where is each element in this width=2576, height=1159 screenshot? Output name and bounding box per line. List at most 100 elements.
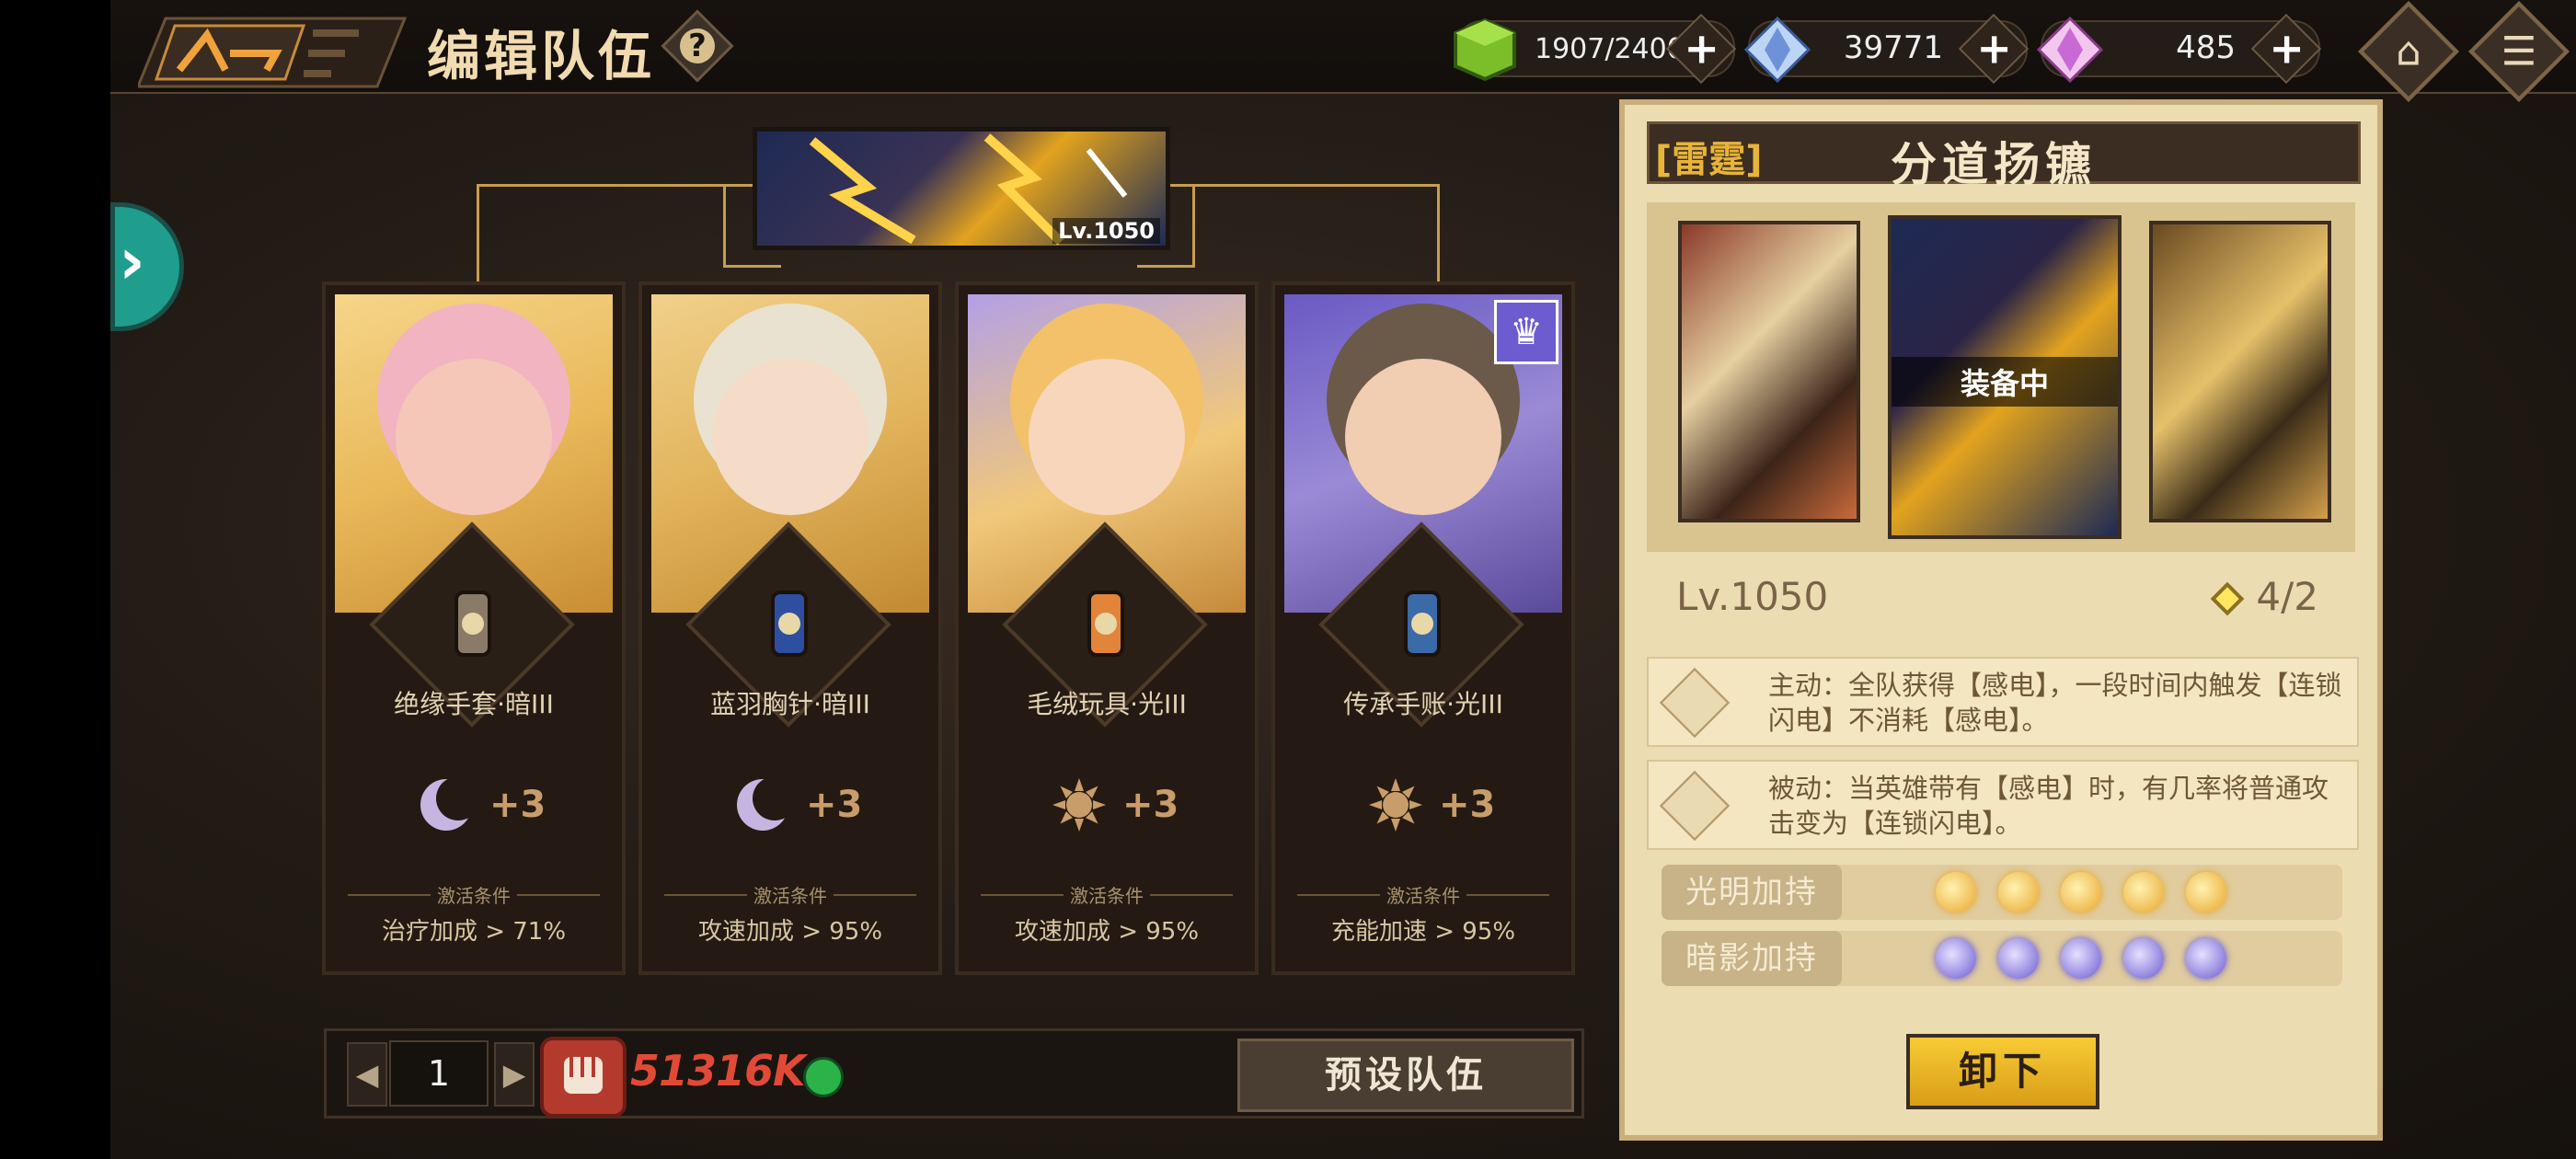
artifact-level: Lv.1050 <box>1676 574 1829 619</box>
hero-card[interactable]: 蓝羽胸针·暗III +3 激活条件 攻速加成 > 95% <box>638 281 942 975</box>
artifact-count: 4/2 <box>2256 574 2318 619</box>
dark-orb-icon <box>2061 938 2101 979</box>
hero-card[interactable]: 绝缘手套·暗III +3 激活条件 治疗加成 > 71% <box>322 281 626 975</box>
divider <box>1466 894 1549 896</box>
element-bonus: +3 <box>959 763 1255 846</box>
equipment-icon <box>771 591 808 657</box>
game-screen: 编辑队伍 ? 1907/2400 + 39771 + 485 + ⌂ ☰ › L… <box>110 0 2576 1159</box>
stamina-value: 1907/2400 <box>1535 33 1685 65</box>
equipped-artifact-banner[interactable]: Lv.1050 <box>753 127 1170 250</box>
star-diamond-icon <box>2210 581 2245 616</box>
connector-line <box>1161 184 1440 288</box>
equipment-name: 绝缘手套·暗III <box>394 689 554 719</box>
chevron-right-icon: ▶ <box>502 1057 526 1092</box>
menu-button[interactable]: ☰ <box>2468 1 2570 102</box>
element-bonus: +3 <box>326 763 622 846</box>
divider <box>1150 894 1233 896</box>
artifact-thumb-next[interactable] <box>2149 221 2331 522</box>
bonus-value: +3 <box>806 784 863 826</box>
element-bonus: +3 <box>1275 763 1571 846</box>
artifact-title-bar: [雷霆] 分道扬镳 <box>1647 121 2361 191</box>
help-icon: ? <box>680 28 715 64</box>
bottom-bar: ◀ 1 ▶ 51316K 预设队伍 <box>324 1028 1584 1119</box>
blue-crystal-counter: 39771 + <box>1743 13 2030 85</box>
active-skill-icon <box>1659 667 1731 739</box>
dark-bonus-row: 暗影加持 <box>1662 931 2342 986</box>
add-stamina-button[interactable]: + <box>1665 13 1737 85</box>
hero-card[interactable]: 毛绒玩具·光III +3 激活条件 攻速加成 > 95% <box>955 281 1259 975</box>
activation-condition: 攻速加成 > 95% <box>697 918 883 946</box>
chevron-right-icon: › <box>119 224 145 299</box>
plus-icon: + <box>1976 23 2012 74</box>
dark-orb-icon <box>1998 938 2039 979</box>
page-title: 编辑队伍 <box>427 25 656 87</box>
divider <box>834 894 916 896</box>
blue-crystal-value: 39771 <box>1843 29 1943 66</box>
hero-face <box>1029 359 1185 515</box>
activation-condition: 攻速加成 > 95% <box>1014 918 1200 946</box>
add-blue-crystal-button[interactable]: + <box>1958 13 2030 85</box>
bonus-value: +3 <box>489 784 546 826</box>
hero-face <box>712 359 868 515</box>
pink-crystal-value: 485 <box>2176 29 2236 66</box>
preset-team-button[interactable]: 预设队伍 <box>1237 1039 1574 1112</box>
sun-icon <box>1047 773 1111 841</box>
hero-card[interactable]: ♛ 传承手账·光III +3 激活条件 充能加速 > 95% <box>1271 281 1575 975</box>
equipment-name: 毛绒玩具·光III <box>1027 689 1187 719</box>
equipment-icon <box>454 591 491 657</box>
home-icon: ⌂ <box>2396 28 2421 75</box>
hero-face <box>396 359 552 515</box>
crown-badge-icon: ♛ <box>1494 300 1558 364</box>
bonus-value: +3 <box>1439 784 1496 826</box>
add-pink-crystal-button[interactable]: + <box>2250 13 2322 85</box>
equipment-icon <box>1087 591 1124 657</box>
next-page-button[interactable]: ▶ <box>494 1042 535 1107</box>
passive-skill: 被动：当英雄带有【感电】时，有几率将普通攻击变为【连锁闪电】。 <box>1647 760 2359 850</box>
artifact-name: 分道扬镳 <box>1891 138 2097 191</box>
prev-page-button[interactable]: ◀ <box>347 1042 387 1107</box>
equipment-icon <box>1404 591 1441 657</box>
expand-side-panel-button[interactable]: › <box>110 202 184 331</box>
home-button[interactable]: ⌂ <box>2358 1 2459 102</box>
power-status-icon <box>803 1057 844 1097</box>
light-bonus-label: 光明加持 <box>1662 865 1842 920</box>
element-bonus: +3 <box>642 763 938 846</box>
dark-orb-icon <box>2123 938 2164 979</box>
light-orb-icon <box>1998 872 2039 912</box>
artifact-thumb-prev[interactable] <box>1678 221 1860 522</box>
light-orb-icon <box>2061 872 2101 912</box>
light-bonus-row: 光明加持 <box>1662 865 2342 920</box>
artifact-type-tag: [雷霆] <box>1655 139 1763 181</box>
top-bar: 编辑队伍 ? 1907/2400 + 39771 + 485 + ⌂ ☰ <box>110 0 2576 102</box>
connector-line <box>477 184 755 288</box>
light-orb-icon <box>1936 872 1976 912</box>
fist-power-icon <box>540 1037 627 1118</box>
passive-skill-icon <box>1659 770 1731 842</box>
page-number: 1 <box>389 1040 489 1107</box>
equipped-label: 装备中 <box>1892 357 2118 407</box>
pink-crystal-icon <box>2036 16 2104 84</box>
active-skill: 主动：全队获得【感电】，一段时间内触发【连锁闪电】不消耗【感电】。 <box>1647 657 2359 747</box>
help-button[interactable]: ? <box>661 9 734 83</box>
light-orb-icon <box>2123 872 2164 912</box>
moon-icon <box>730 773 797 841</box>
artifact-carousel: 装备中 <box>1647 202 2355 552</box>
chevron-left-icon: ◀ <box>355 1057 379 1092</box>
plus-icon: + <box>2269 23 2305 74</box>
activation-condition: 充能加速 > 95% <box>1330 918 1516 946</box>
team-power-value: 51316K <box>630 1046 806 1096</box>
dark-bonus-label: 暗影加持 <box>1662 931 1842 986</box>
artifact-thumb-current[interactable]: 装备中 <box>1888 215 2122 539</box>
moon-icon <box>414 773 480 841</box>
menu-list-icon: ☰ <box>2501 28 2537 75</box>
blue-crystal-icon <box>1743 16 1811 84</box>
pink-crystal-counter: 485 + <box>2036 13 2322 85</box>
stamina-counter: 1907/2400 + <box>1454 13 1737 85</box>
equipment-name: 蓝羽胸针·暗III <box>710 689 870 719</box>
stamina-cube-icon <box>1454 17 1516 82</box>
unload-button[interactable]: 卸下 <box>1906 1034 2099 1109</box>
passive-skill-text: 被动：当英雄带有【感电】时，有几率将普通攻击变为【连锁闪电】。 <box>1768 773 2329 839</box>
sun-icon <box>1363 773 1428 841</box>
activation-condition: 治疗加成 > 71% <box>381 918 567 946</box>
back-logo-button[interactable] <box>138 7 414 92</box>
